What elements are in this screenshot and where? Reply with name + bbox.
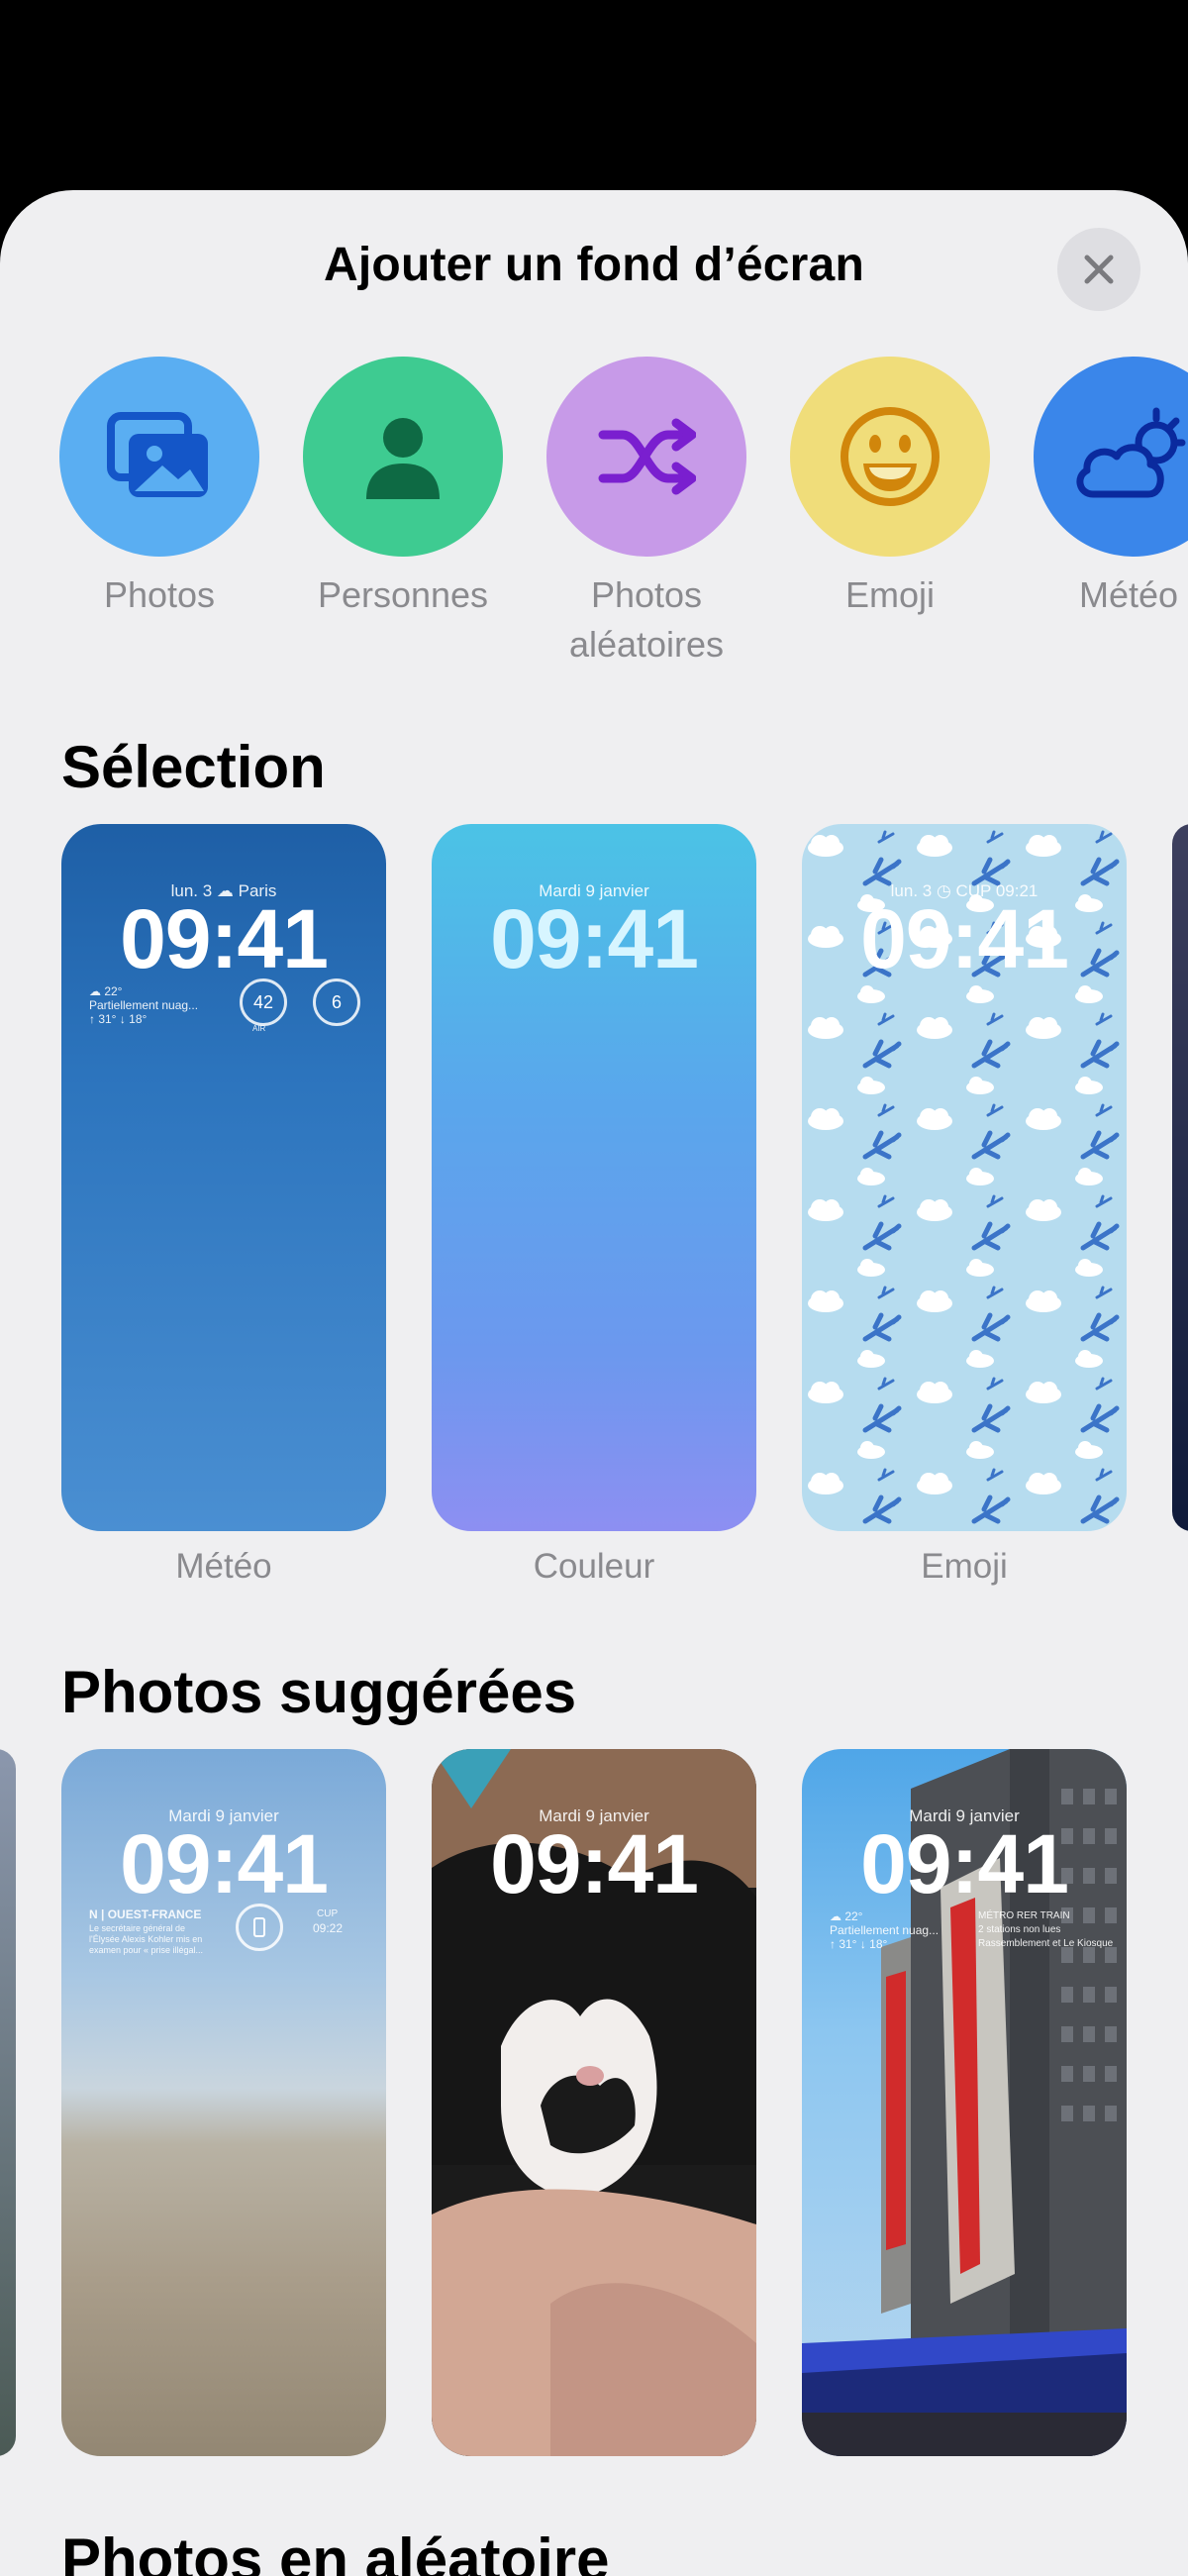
lock-time: 09:41 <box>490 1817 699 1910</box>
weather-widget-desc: Partiellement nuag... <box>89 998 199 1012</box>
shuffle-icon <box>598 418 696 495</box>
wallpaper-card-weather[interactable]: lun. 3 ☁ Paris 09:41 ☁ 22° Partiellement… <box>61 824 386 1531</box>
uv-gauge: 6 <box>313 979 360 1026</box>
smiley-icon <box>841 407 940 506</box>
suggested-card-radio-city[interactable]: Mardi 9 janvier 09:41 ☁ 22° Partiellemen… <box>802 1749 1127 2456</box>
transit-widget-line3: Rassemblement et Le Kiosque <box>978 1938 1114 1949</box>
card-caption: Météo <box>175 1547 272 1586</box>
news-widget-text: Le secrétaire général de l'Élysée Alexis… <box>89 1923 204 1955</box>
add-wallpaper-sheet: Ajouter un fond d’écran Photos Personnes <box>0 190 1188 2576</box>
weather-widget-desc: Partiellement nuag... <box>830 1923 940 1937</box>
category-photos[interactable]: Photos <box>59 357 259 620</box>
gauge-label: AIR <box>252 1024 266 1033</box>
suggested-card-peek[interactable] <box>0 1749 16 2456</box>
close-button[interactable] <box>1057 228 1140 311</box>
category-emoji[interactable]: Emoji <box>790 357 990 620</box>
close-icon <box>1084 255 1114 284</box>
wallpaper-card-color[interactable]: Mardi 9 janvier 09:41 <box>432 824 756 1531</box>
weather-widget-temp: ☁ 22° <box>89 984 123 998</box>
lock-time: 09:41 <box>490 892 699 985</box>
section-heading-selection: Sélection <box>61 734 326 800</box>
weather-widget-temp: ☁ 22° <box>830 1909 863 1923</box>
phone-widget <box>236 1904 283 1951</box>
transit-widget-line2: 2 stations non lues <box>978 1924 1061 1935</box>
phone-icon <box>253 1917 265 1937</box>
category-label: Photos <box>103 574 216 615</box>
lock-time: 09:41 <box>860 892 1069 985</box>
category-label: Personnes <box>317 574 489 615</box>
card-caption: Couleur <box>533 1547 655 1586</box>
category-weather[interactable]: Météo <box>1034 357 1188 620</box>
sheet-title: Ajouter un fond d’écran <box>324 239 864 291</box>
wallpaper-card-peek[interactable] <box>1172 824 1188 1531</box>
weather-widget-range: ↑ 31° ↓ 18° <box>830 1937 888 1951</box>
cup-widget-label: CUP <box>317 1908 339 1919</box>
category-people[interactable]: Personnes <box>303 357 503 620</box>
suggested-card-cat[interactable]: Mardi 9 janvier 09:41 <box>432 1749 756 2456</box>
lock-time: 09:41 <box>120 892 329 985</box>
transit-widget-line1: MÉTRO RER TRAIN <box>978 1910 1070 1921</box>
suggested-card-beach[interactable]: Mardi 9 janvier 09:41 N | OUEST-FRANCE L… <box>61 1749 386 2456</box>
cup-widget-time: 09:22 <box>313 1921 344 1935</box>
air-quality-gauge: 42 <box>240 979 287 1026</box>
lock-time: 09:41 <box>120 1817 329 1910</box>
weather-widget-range: ↑ 31° ↓ 18° <box>89 1012 148 1026</box>
person-icon <box>366 418 440 499</box>
section-heading-random-photos: Photos en aléatoire <box>61 2526 610 2576</box>
photos-icon <box>107 412 208 497</box>
category-label: Météo <box>1079 574 1179 615</box>
cloud-sun-icon <box>1076 407 1186 498</box>
card-caption: Emoji <box>921 1547 1008 1586</box>
category-shuffle-photos[interactable]: Photos aléatoires <box>546 357 746 670</box>
lock-time: 09:41 <box>860 1817 1069 1910</box>
section-heading-suggested-photos: Photos suggérées <box>61 1659 577 1725</box>
category-label: Photos aléatoires <box>568 574 725 665</box>
wallpaper-card-emoji[interactable]: lun. 3 ◷ CUP 09:21 09:41 <box>802 824 1127 1531</box>
category-label: Emoji <box>844 574 936 615</box>
news-widget-source: N | OUEST-FRANCE <box>89 1907 202 1921</box>
